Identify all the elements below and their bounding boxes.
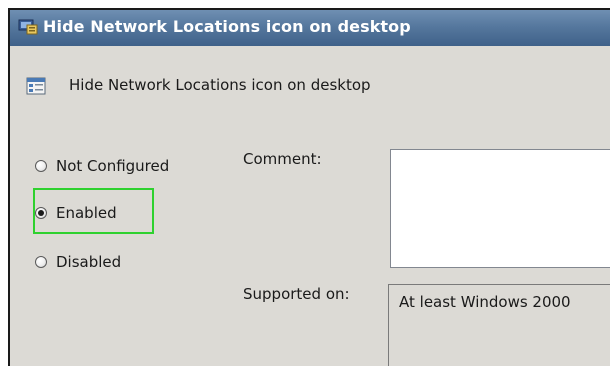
radio-not-configured-button[interactable]: [35, 160, 47, 172]
comment-label: Comment:: [243, 150, 322, 168]
radio-not-configured[interactable]: Not Configured: [35, 154, 169, 178]
window-title: Hide Network Locations icon on desktop: [43, 17, 411, 36]
radio-enabled-label: Enabled: [56, 204, 117, 222]
policy-setting-icon: [26, 77, 46, 95]
policy-dialog-window: Hide Network Locations icon on desktop H…: [8, 8, 610, 366]
supported-on-label: Supported on:: [243, 285, 350, 303]
radio-disabled[interactable]: Disabled: [35, 250, 121, 274]
title-bar[interactable]: Hide Network Locations icon on desktop: [10, 10, 610, 46]
supported-on-field: At least Windows 2000: [388, 284, 610, 366]
supported-on-value: At least Windows 2000: [399, 293, 571, 311]
radio-not-configured-label: Not Configured: [56, 157, 170, 175]
policy-window-icon: [18, 19, 38, 35]
comment-textarea[interactable]: [390, 149, 610, 268]
radio-enabled[interactable]: Enabled: [35, 201, 117, 225]
radio-disabled-button[interactable]: [35, 256, 47, 268]
radio-disabled-label: Disabled: [56, 253, 122, 271]
radio-enabled-button[interactable]: [35, 207, 47, 219]
policy-header-title: Hide Network Locations icon on desktop: [69, 76, 371, 94]
